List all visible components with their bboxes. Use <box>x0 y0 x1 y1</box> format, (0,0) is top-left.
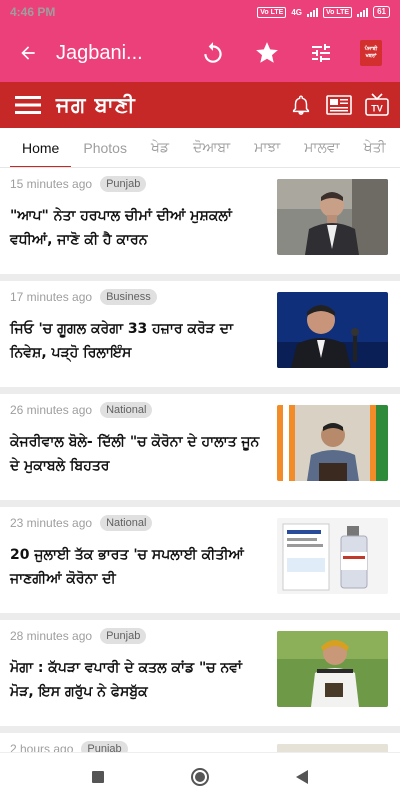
network-type: 4G <box>291 7 303 17</box>
newspaper-icon <box>326 95 352 115</box>
tab-home[interactable]: Home <box>0 128 72 167</box>
refresh-button[interactable] <box>186 24 240 82</box>
tab-doaba[interactable]: ਦੋਆਬਾ <box>181 128 242 167</box>
article-time: 26 minutes ago <box>10 403 93 417</box>
category-badge: Business <box>100 289 157 305</box>
news-feed[interactable]: 15 minutes ago Punjab "ਆਪ" ਨੇਤਾ ਹਰਪਾਲ ਚੀ… <box>0 168 400 752</box>
nav-back-button[interactable] <box>282 757 322 797</box>
category-tabs: Home Photos ਖੇਡ ਦੋਆਬਾ ਮਾਝਾ ਮਾਲਵਾ ਖੇਤੀ <box>0 128 400 168</box>
tv-label: TV <box>371 104 383 114</box>
article-thumbnail[interactable] <box>277 292 388 368</box>
app-logo[interactable]: ਪੰਜਾਬੀ ਖਬਰਾਂ <box>360 40 382 66</box>
tab-majha[interactable]: ਮਾਝਾ <box>242 128 292 167</box>
star-icon <box>256 42 278 63</box>
category-badge: Punjab <box>100 628 147 644</box>
hamburger-icon <box>15 96 41 114</box>
article-thumbnail[interactable] <box>277 518 388 594</box>
app-toolbar: Jagbani... ਪੰਜਾਬੀ ਖਬਰਾਂ <box>0 24 400 82</box>
site-header: ਜਗ ਬਾਣੀ TV <box>0 82 400 128</box>
home-button[interactable] <box>180 757 220 797</box>
article-time: 23 minutes ago <box>10 516 93 530</box>
category-badge: Punjab <box>81 741 128 752</box>
favorite-button[interactable] <box>240 24 294 82</box>
article-time: 15 minutes ago <box>10 177 93 191</box>
category-badge: National <box>100 515 153 531</box>
signal-icon-2 <box>357 7 369 17</box>
category-badge: National <box>100 402 153 418</box>
notifications-button[interactable] <box>288 92 314 118</box>
article-time: 17 minutes ago <box>10 290 93 304</box>
article-headline[interactable]: "ਆਪ" ਨੇਤਾ ਹਰਪਾਲ ਚੀਮਾਂ ਦੀਆਂ ਮੁਸ਼ਕਲਾਂ ਵਧੀਆ… <box>10 204 260 252</box>
category-badge: Punjab <box>100 176 147 192</box>
recents-button[interactable] <box>78 757 118 797</box>
tab-agriculture[interactable]: ਖੇਤੀ <box>352 128 398 167</box>
news-card[interactable]: 26 minutes ago National ਕੇਜਰੀਵਾਲ ਬੋਲੇ- ਦ… <box>0 394 400 500</box>
news-card[interactable]: 28 minutes ago Punjab ਮੋਗਾ : ਕੱਪੜਾ ਵਪਾਰੀ… <box>0 620 400 726</box>
refresh-icon <box>204 42 222 63</box>
back-button[interactable] <box>0 24 56 82</box>
tab-malwa[interactable]: ਮਾਲਵਾ <box>292 128 351 167</box>
news-card[interactable]: 23 minutes ago National 20 ਜੁਲਾਈ ਤੱਕ ਭਾਰ… <box>0 507 400 613</box>
article-thumbnail[interactable] <box>277 744 388 752</box>
settings-button[interactable] <box>294 24 348 82</box>
signal-icon <box>307 7 319 17</box>
system-nav-bar <box>0 752 400 800</box>
article-time: 2 hours ago <box>10 742 74 752</box>
article-thumbnail[interactable] <box>277 631 388 707</box>
status-bar: 4:46 PM Vo LTE 4G Vo LTE 61 <box>0 0 400 24</box>
arrow-left-icon <box>21 46 35 60</box>
article-time: 28 minutes ago <box>10 629 93 643</box>
volte-icon-2: Vo LTE <box>323 6 353 18</box>
menu-button[interactable] <box>0 82 56 128</box>
news-card[interactable]: 17 minutes ago Business ਜਿਓ 'ਚ ਗੂਗਲ ਕਰੇਗ… <box>0 281 400 387</box>
bell-icon <box>292 95 310 115</box>
triangle-back-icon <box>296 769 308 784</box>
logo-text-bottom: ਖਬਰਾਂ <box>365 53 377 59</box>
article-headline[interactable]: 20 ਜੁਲਾਈ ਤੱਕ ਭਾਰਤ 'ਚ ਸਪਲਾਈ ਕੀਤੀਆਂ ਜਾਣਗੀਆ… <box>10 543 260 591</box>
article-thumbnail[interactable] <box>277 405 388 481</box>
tab-photos[interactable]: Photos <box>71 128 139 167</box>
epaper-button[interactable] <box>326 92 352 118</box>
volte-icon: Vo LTE <box>257 6 287 18</box>
logo-text-top: ਪੰਜਾਬੀ <box>364 46 378 52</box>
tv-icon: TV <box>365 93 389 116</box>
circle-icon <box>191 767 209 786</box>
sliders-icon <box>312 44 330 62</box>
article-headline[interactable]: ਕੇਜਰੀਵਾਲ ਬੋਲੇ- ਦਿੱਲੀ "ਚ ਕੋਰੋਨਾ ਦੇ ਹਾਲਾਤ … <box>10 430 260 478</box>
status-icons: Vo LTE 4G Vo LTE 61 <box>257 6 390 18</box>
status-time: 4:46 PM <box>10 5 56 19</box>
news-card[interactable]: 15 minutes ago Punjab "ਆਪ" ਨੇਤਾ ਹਰਪਾਲ ਚੀ… <box>0 168 400 274</box>
article-headline[interactable]: ਮੋਗਾ : ਕੱਪੜਾ ਵਪਾਰੀ ਦੇ ਕਤਲ ਕਾਂਡ "ਚ ਨਵਾਂ ਮ… <box>10 656 260 704</box>
tv-button[interactable]: TV <box>364 92 390 118</box>
news-card[interactable]: 2 hours ago Punjab <box>0 733 400 752</box>
battery-icon: 61 <box>373 6 390 18</box>
tab-sports[interactable]: ਖੇਡ <box>139 128 181 167</box>
article-headline[interactable]: ਜਿਓ 'ਚ ਗੂਗਲ ਕਰੇਗਾ 33 ਹਜ਼ਾਰ ਕਰੋੜ ਦਾ ਨਿਵੇਸ… <box>10 317 260 365</box>
site-brand[interactable]: ਜਗ ਬਾਣੀ <box>56 92 136 118</box>
article-thumbnail[interactable] <box>277 179 388 255</box>
toolbar-title: Jagbani... <box>56 41 143 64</box>
square-icon <box>92 770 104 783</box>
